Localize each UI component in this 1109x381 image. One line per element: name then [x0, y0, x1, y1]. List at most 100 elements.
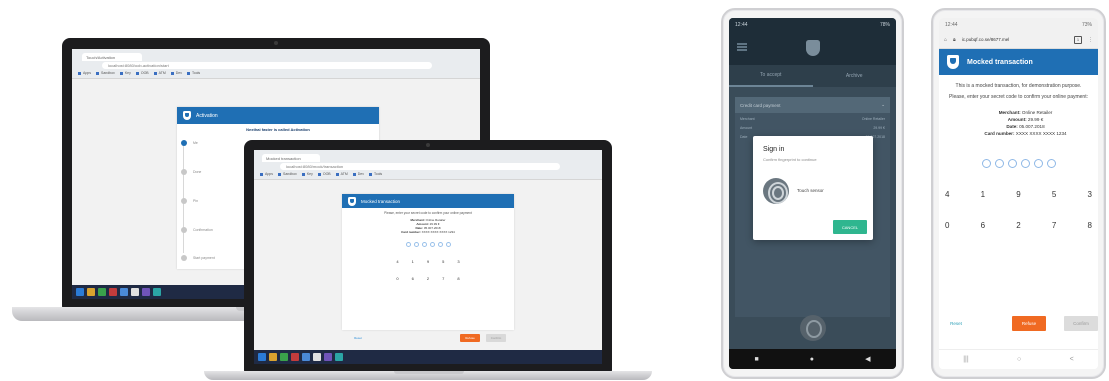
touch-sensor-label: Touch sensor: [797, 188, 824, 193]
bookmark[interactable]: Key: [302, 172, 313, 178]
address-bar[interactable]: localhost:8080/oob-activation/start: [102, 62, 432, 69]
tab-archive[interactable]: Archive: [813, 65, 897, 87]
recents-icon[interactable]: ■: [755, 356, 759, 363]
bookmark[interactable]: Key: [120, 71, 131, 77]
app-icon[interactable]: [324, 353, 332, 361]
bookmark[interactable]: Sandbox: [278, 172, 297, 178]
start-icon[interactable]: [76, 288, 84, 296]
status-battery: 73%: [1081, 21, 1092, 28]
key-digit[interactable]: 6: [981, 221, 985, 230]
browser-tab[interactable]: Mocked transaction: [262, 154, 320, 162]
app-icon[interactable]: [280, 353, 288, 361]
bookmark[interactable]: Tools: [369, 172, 382, 178]
key-digit[interactable]: 0: [945, 221, 949, 230]
bookmark[interactable]: Dev: [353, 172, 364, 178]
home-icon[interactable]: ●: [810, 356, 814, 363]
app-icon[interactable]: [142, 288, 150, 296]
app-icon[interactable]: [131, 288, 139, 296]
tabs-icon[interactable]: 1: [1074, 35, 1082, 44]
key-digit[interactable]: 3: [1088, 190, 1092, 199]
confirm-button[interactable]: Confirm: [1064, 316, 1098, 331]
step-5[interactable]: Start payment: [181, 255, 215, 261]
key-digit[interactable]: 8: [1088, 221, 1092, 230]
key-digit[interactable]: 4: [945, 190, 949, 199]
key-digit[interactable]: 2: [1016, 221, 1020, 230]
hamburger-menu-icon[interactable]: [737, 43, 747, 51]
amount-label: Amount:: [1007, 117, 1027, 122]
app-icon[interactable]: [313, 353, 321, 361]
step-4[interactable]: Confirmation: [181, 227, 213, 233]
bookmark[interactable]: Apps: [78, 71, 91, 77]
address-bar[interactable]: localhost:8080/mock/transaction: [280, 163, 560, 170]
reset-button[interactable]: Reset: [945, 316, 967, 331]
refuse-button[interactable]: Refuse: [460, 334, 480, 342]
bookmark[interactable]: Dev: [171, 71, 182, 77]
key-digit[interactable]: 8: [457, 276, 459, 281]
key-digit[interactable]: 4: [396, 259, 398, 264]
expand-icon[interactable]: ⌄: [881, 102, 885, 108]
key-digit[interactable]: 2: [427, 276, 429, 281]
bookmark[interactable]: Tools: [187, 71, 200, 77]
app-icon[interactable]: [98, 288, 106, 296]
bookmark[interactable]: OOB: [318, 172, 331, 178]
key-digit[interactable]: 5: [1052, 190, 1056, 199]
bookmark[interactable]: Apps: [260, 172, 273, 178]
step-label: Pin: [193, 199, 199, 203]
app-icon[interactable]: [335, 353, 343, 361]
tab-to-accept[interactable]: To accept: [729, 65, 813, 87]
dialog-title: Sign in: [763, 146, 785, 153]
key-digit[interactable]: 1: [981, 190, 985, 199]
app-icon[interactable]: [109, 288, 117, 296]
url-field[interactable]: ic.pubqf.co.se/8677.mel: [962, 37, 1068, 42]
pin-dot: [405, 242, 411, 247]
payment-line: Merchant Online Retailer: [740, 117, 885, 122]
app-icon[interactable]: [87, 288, 95, 296]
pin-dot: [994, 159, 1004, 168]
fingerprint-icon[interactable]: [763, 178, 789, 204]
card-row: Card number: XXXX XXXX XXXX 1234: [939, 130, 1098, 137]
key-digit[interactable]: 9: [427, 259, 429, 264]
step-2[interactable]: Done: [181, 169, 201, 175]
key-digit[interactable]: 6: [412, 276, 414, 281]
shield-icon: [348, 196, 356, 206]
key-digit[interactable]: 5: [442, 259, 444, 264]
bookmark[interactable]: Sandbox: [96, 71, 115, 77]
pin-dot: [1020, 159, 1030, 168]
start-icon[interactable]: [258, 353, 266, 361]
key-digit[interactable]: 7: [442, 276, 444, 281]
reset-button[interactable]: Reset: [350, 334, 366, 342]
key-digit[interactable]: 9: [1016, 190, 1020, 199]
key-digit[interactable]: 0: [396, 276, 398, 281]
transaction-card: Mocked transaction Please, enter your se…: [342, 194, 514, 330]
cancel-button[interactable]: CANCEL: [833, 220, 867, 234]
browser-tab[interactable]: Touch/Activation: [82, 53, 142, 61]
confirm-button[interactable]: Confirm: [486, 334, 506, 342]
webcam: [274, 41, 278, 45]
pin-indicator: [342, 242, 514, 247]
app-icon[interactable]: [153, 288, 161, 296]
key-digit[interactable]: 1: [412, 259, 414, 264]
bookmark[interactable]: ATM: [336, 172, 348, 178]
line-key: Merchant: [740, 117, 755, 121]
step-dot: [181, 227, 187, 233]
back-icon[interactable]: <: [1070, 356, 1074, 363]
step-3[interactable]: Pin: [181, 198, 198, 204]
app-icon[interactable]: [269, 353, 277, 361]
transaction-header: Mocked transaction: [939, 49, 1098, 75]
home-icon[interactable]: ⌂: [944, 37, 947, 43]
more-menu-icon[interactable]: ⋮: [1088, 37, 1093, 43]
app-icon[interactable]: [120, 288, 128, 296]
refuse-button[interactable]: Refuse: [1012, 316, 1046, 331]
app-icon[interactable]: [291, 353, 299, 361]
key-digit[interactable]: 7: [1052, 221, 1056, 230]
home-icon[interactable]: ○: [1017, 356, 1021, 363]
bookmark[interactable]: ATM: [154, 71, 166, 77]
recents-icon[interactable]: |||: [963, 356, 968, 363]
bookmark[interactable]: OOB: [136, 71, 149, 77]
status-time: 12:44: [945, 21, 958, 28]
back-icon[interactable]: ◀: [865, 355, 870, 363]
step-1[interactable]: Me: [181, 140, 198, 146]
merchant-row: Merchant: Online Retailer: [939, 109, 1098, 116]
key-digit[interactable]: 3: [457, 259, 459, 264]
app-icon[interactable]: [302, 353, 310, 361]
